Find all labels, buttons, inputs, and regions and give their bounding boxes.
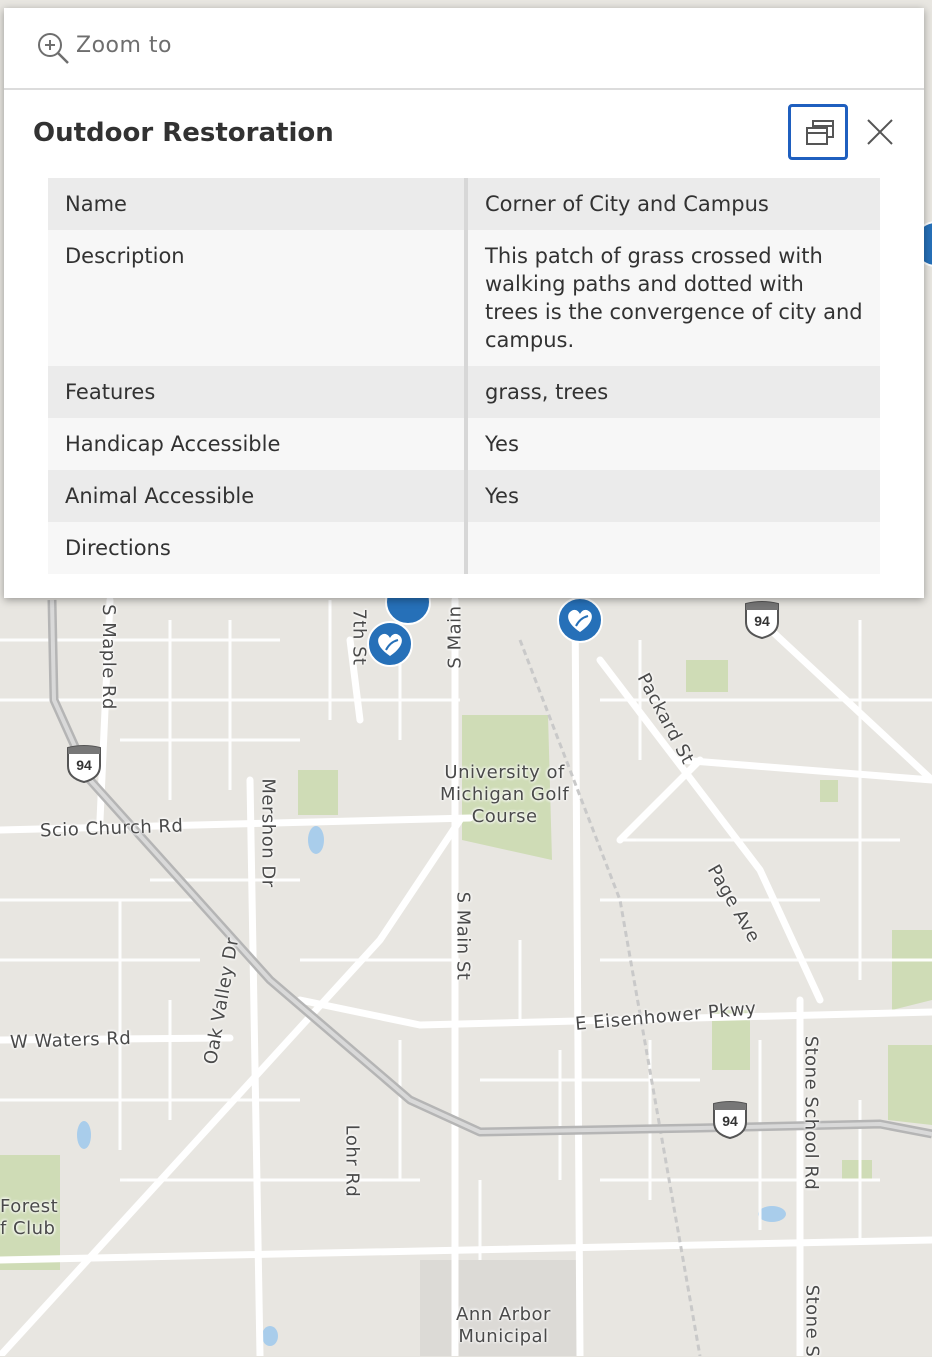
table-row: Features grass, trees	[48, 366, 880, 418]
heart-leaf-icon[interactable]	[556, 596, 604, 644]
road-label-stone-school: Stone School Rd	[800, 1035, 822, 1191]
table-row: Description This patch of grass crossed …	[48, 230, 880, 366]
attribute-key: Animal Accessible	[48, 470, 468, 522]
road-label-waters: W Waters Rd	[9, 1027, 132, 1054]
shield-number: 94	[722, 1113, 738, 1129]
zoom-in-icon	[38, 33, 69, 64]
road-label-lohr: Lohr Rd	[341, 1124, 363, 1198]
road-label-stone-school-2: Stone S	[801, 1284, 823, 1357]
attribute-value: Corner of City and Campus	[466, 178, 880, 230]
table-row: Directions	[48, 522, 880, 574]
shield-number: 94	[76, 757, 92, 773]
heart-leaf-icon[interactable]	[366, 620, 414, 668]
interstate-shield: 94	[64, 744, 104, 784]
attribute-key: Handicap Accessible	[48, 418, 468, 470]
zoom-to-label: Zoom to	[76, 33, 173, 58]
popup-title: Outdoor Restoration	[33, 118, 334, 148]
forest-club-label: Forest f Club	[0, 1196, 59, 1239]
shield-number: 94	[754, 613, 770, 629]
road-label-smain-top: S Main	[444, 605, 466, 669]
close-icon	[867, 119, 893, 145]
interstate-shield: 94	[742, 600, 782, 640]
attribute-value: Yes	[466, 418, 880, 470]
table-row: Animal Accessible Yes	[48, 470, 880, 522]
table-row: Name Corner of City and Campus	[48, 178, 880, 230]
interstate-shield: 94	[710, 1100, 750, 1140]
airport-label: Ann Arbor Municipal	[456, 1304, 551, 1347]
attribute-key: Features	[48, 366, 468, 418]
attribute-value: This patch of grass crossed with walking…	[466, 230, 880, 366]
attribute-value: Yes	[466, 470, 880, 522]
attribute-key: Description	[48, 230, 468, 366]
feature-popup: Zoom to Outdoor Restoration Name Corner …	[4, 8, 924, 598]
attribute-table: Name Corner of City and Campus Descripti…	[48, 178, 880, 574]
attribute-key: Directions	[48, 522, 468, 574]
close-button[interactable]	[860, 112, 900, 152]
dock-icon	[806, 120, 834, 145]
attribute-value: grass, trees	[466, 366, 880, 418]
table-row: Handicap Accessible Yes	[48, 418, 880, 470]
attribute-key: Name	[48, 178, 468, 230]
attribute-value	[466, 522, 880, 574]
road-label-mershon: Mershon Dr	[257, 778, 279, 888]
zoom-to-button[interactable]: Zoom to	[4, 8, 924, 90]
road-label-maple: S Maple Rd	[97, 604, 119, 710]
road-label-smain: S Main St	[452, 891, 474, 981]
golf-course-label: University of Michigan Golf Course	[440, 762, 570, 827]
dock-button[interactable]	[788, 104, 848, 160]
